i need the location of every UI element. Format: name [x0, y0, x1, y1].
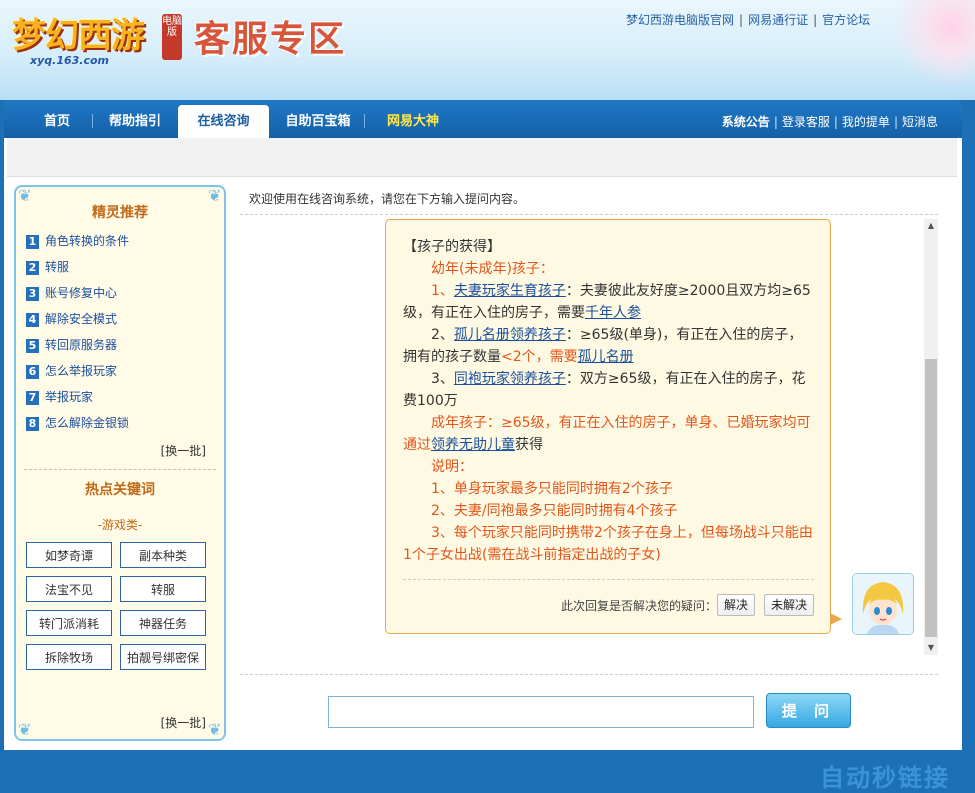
page-title: 客服专区 — [194, 19, 347, 60]
answer-content: 【孩子的获得】 幼年(未成年)孩子： 1、夫妻玩家生育孩子：夫妻彼此友好度≥20… — [403, 236, 815, 566]
input-divider — [240, 674, 938, 675]
answer-note: 3、每个玩家只能同时携带2个孩子在身上，但每场战斗只能由1个子女出战(需在战斗前… — [403, 525, 813, 563]
corner-ornament-icon: ❦ — [18, 720, 32, 739]
question-input[interactable] — [328, 696, 754, 728]
answer-note: 1、单身玩家最多只能同时拥有2个孩子 — [431, 481, 673, 497]
swap-recommend-button[interactable]: [换一批] — [161, 442, 206, 459]
answer-note: 2、夫妻/同袍最多只能同时拥有4个孩子 — [431, 503, 678, 519]
main-nav: 首页 帮助指引 在线咨询 自助百宝箱 网易大神 系统公告 | 登录客服 | 我的提单 | 短… — [4, 100, 962, 138]
scroll-thumb[interactable] — [925, 359, 937, 637]
list-item[interactable]: 4 解除安全模式 — [26, 310, 129, 336]
announcement-link[interactable]: 系统公告 — [722, 115, 770, 129]
list-item[interactable]: 5 转回原服务器 — [26, 336, 129, 362]
watermark: 自动秒链接 — [820, 764, 950, 792]
scroll-down-icon[interactable]: ▼ — [924, 641, 938, 655]
tab-help[interactable]: 帮助指引 — [96, 100, 174, 138]
nav-divider — [364, 114, 365, 128]
list-item[interactable]: 7 举报玩家 — [26, 388, 129, 414]
chat-scrollbar[interactable]: ▲ ▼ — [924, 219, 938, 655]
keyword-button[interactable]: 副本种类 — [120, 542, 206, 568]
forum-link[interactable]: 官方论坛 — [822, 13, 870, 27]
list-item[interactable]: 3 账号修复中心 — [26, 284, 129, 310]
sidebar-divider — [24, 469, 216, 470]
keyword-button[interactable]: 法宝不见 — [26, 576, 112, 602]
avatar — [852, 573, 914, 635]
tab-online-consult[interactable]: 在线咨询 — [178, 105, 269, 138]
nav-divider — [92, 114, 93, 128]
corner-ornament-icon: ❦ — [208, 720, 222, 739]
login-service-link[interactable]: 登录客服 — [782, 115, 830, 129]
official-site-link[interactable]: 梦幻西游电脑版官网 — [626, 13, 734, 27]
logo-url: xyq.163.com — [30, 54, 109, 67]
swap-keywords-button[interactable]: [换一批] — [161, 714, 206, 731]
toolbar-strip — [7, 138, 957, 177]
welcome-text: 欢迎使用在线咨询系统，请您在下方输入提问内容。 — [249, 192, 526, 206]
messages-link[interactable]: 短消息 — [902, 115, 938, 129]
answer-line-3: 3、同袍玩家领养孩子：双方≥65级，有正在入住的房子，花费100万 — [403, 371, 806, 409]
answer-line-1: 1、夫妻玩家生育孩子：夫妻彼此友好度≥2000且双方均≥65级，有正在入住的房子… — [403, 283, 811, 321]
hot-keywords-title: 热点关键词 — [85, 482, 155, 498]
corner-ornament-icon: ❦ — [208, 186, 222, 205]
recommend-title: 精灵推荐 — [92, 205, 148, 221]
keyword-button[interactable]: 神器任务 — [120, 610, 206, 636]
keyword-button[interactable]: 拍靓号绑密保 — [120, 644, 206, 670]
unresolved-button[interactable]: 未解决 — [764, 594, 815, 616]
keyword-button[interactable]: 转服 — [120, 576, 206, 602]
game-logo[interactable]: 梦幻西游 电脑版 xyq.163.com — [12, 6, 182, 68]
list-item[interactable]: 6 怎么举报玩家 — [26, 362, 129, 388]
recommend-list: 1 角色转换的条件 2 转服 3 账号修复中心 4 解除安全模式 5 转回原服务器 6 怎么… — [26, 232, 129, 440]
netease-pass-link[interactable]: 网易通行证 — [748, 13, 808, 27]
marriage-child-link[interactable]: 夫妻玩家生育孩子 — [454, 283, 566, 299]
bubble-divider — [403, 579, 814, 580]
corner-ornament-icon: ❦ — [18, 186, 32, 205]
answer-bubble: 【孩子的获得】 幼年(未成年)孩子： 1、夫妻玩家生育孩子：夫妻彼此友好度≥20… — [385, 219, 842, 634]
sidebar: ❦ ❦ ❦ ❦ 精灵推荐 1 角色转换的条件 2 转服 3 账号修复中心 4 解除安全模… — [14, 185, 226, 741]
scroll-up-icon[interactable]: ▲ — [924, 219, 938, 233]
ask-button[interactable]: 提 问 — [766, 693, 851, 728]
list-item[interactable]: 1 角色转换的条件 — [26, 232, 129, 258]
tab-toolbox[interactable]: 自助百宝箱 — [274, 100, 362, 138]
tab-home[interactable]: 首页 — [26, 100, 88, 138]
logo-tag: 电脑版 — [162, 14, 182, 60]
keyword-button[interactable]: 如梦奇谭 — [26, 542, 112, 568]
sworn-adopt-link[interactable]: 同袍玩家领养孩子 — [454, 371, 566, 387]
resolved-button[interactable]: 解决 — [717, 594, 756, 616]
keyword-category: -游戏类- — [97, 518, 143, 532]
nav-right-links: 系统公告 | 登录客服 | 我的提单 | 短消息 — [721, 115, 938, 129]
logo-text: 梦幻西游 — [12, 16, 145, 56]
assistant-avatar-icon — [853, 574, 913, 634]
answer-line-2: 2、孤儿名册领养孩子：≥65级(单身)，有正在入住的房子，拥有的孩子数量<2个，… — [403, 327, 803, 365]
top-links: 梦幻西游电脑版官网 | 网易通行证 | 官方论坛 — [626, 13, 871, 27]
answer-adult: 成年孩子：≥65级，有正在入住的房子，单身、已婚玩家均可通过领养无助儿童获得 — [403, 415, 811, 453]
tab-dashen[interactable]: 网易大神 — [370, 100, 456, 138]
helpless-child-link[interactable]: 领养无助儿童 — [431, 437, 515, 453]
answer-young-title: 幼年(未成年)孩子： — [431, 261, 554, 277]
keyword-button[interactable]: 拆除牧场 — [26, 644, 112, 670]
orphan-register-link[interactable]: 孤儿名册 — [578, 349, 634, 365]
orphan-adopt-link[interactable]: 孤儿名册领养孩子 — [454, 327, 566, 343]
answer-note-title: 说明： — [431, 459, 473, 475]
keyword-button[interactable]: 转门派消耗 — [26, 610, 112, 636]
ginseng-link[interactable]: 千年人参 — [585, 305, 641, 321]
list-item[interactable]: 2 转服 — [26, 258, 129, 284]
my-tickets-link[interactable]: 我的提单 — [842, 115, 890, 129]
answer-heading: 【孩子的获得】 — [403, 239, 501, 255]
list-item[interactable]: 8 怎么解除金银锁 — [26, 414, 129, 440]
feedback-question: 此次回复是否解决您的疑问： — [561, 599, 718, 613]
